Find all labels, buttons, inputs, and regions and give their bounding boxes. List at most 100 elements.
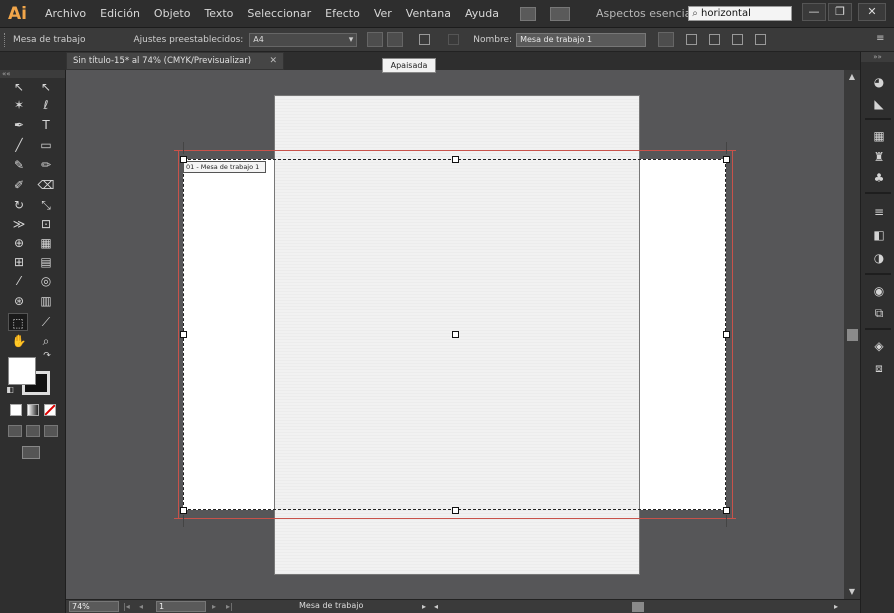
resize-handle-top-right[interactable] bbox=[723, 156, 730, 163]
zoom-tool-icon[interactable]: ⌕ bbox=[36, 332, 56, 350]
portrait-orientation-icon[interactable] bbox=[367, 32, 384, 47]
fill-swatch[interactable] bbox=[8, 357, 36, 385]
resize-handle-bottom-left[interactable] bbox=[180, 507, 187, 514]
draw-inside-icon[interactable] bbox=[44, 425, 58, 437]
vertical-scrollbar[interactable]: ▲ ▼ bbox=[844, 70, 860, 599]
panel-dock-collapse[interactable]: »» bbox=[861, 52, 894, 62]
default-fill-stroke-icon[interactable]: ◧ bbox=[4, 384, 16, 396]
swap-fill-stroke-icon[interactable]: ↷ bbox=[40, 350, 54, 362]
blend-tool-icon[interactable]: ◎ bbox=[36, 272, 56, 290]
show-safe-areas-icon[interactable] bbox=[732, 34, 744, 45]
scroll-right-icon[interactable]: ▸ bbox=[834, 600, 838, 613]
artboard-tool-icon[interactable]: ⬚ bbox=[8, 313, 28, 331]
scroll-up-icon[interactable]: ▲ bbox=[847, 72, 857, 81]
paintbrush-tool-icon[interactable]: ✎ bbox=[9, 156, 29, 174]
next-artboard-icon[interactable]: ▸ bbox=[212, 600, 216, 613]
eraser-tool-icon[interactable]: ⌫ bbox=[36, 176, 56, 194]
tools-panel-collapse[interactable]: «« bbox=[0, 70, 65, 78]
bridge-icon[interactable] bbox=[519, 6, 536, 21]
color-guide-icon[interactable]: ◕ bbox=[870, 74, 888, 90]
width-tool-icon[interactable]: ≫ bbox=[9, 215, 29, 233]
swatches-icon[interactable]: ▦ bbox=[870, 128, 888, 144]
resize-handle-top[interactable] bbox=[452, 156, 459, 163]
zoom-field[interactable]: 74% bbox=[69, 601, 119, 612]
column-graph-tool-icon[interactable]: ▥ bbox=[36, 292, 56, 310]
pencil-tool-icon[interactable]: ✏ bbox=[36, 156, 56, 174]
appearance-icon[interactable]: ◉ bbox=[870, 283, 888, 299]
previous-artboard-icon[interactable]: ◂ bbox=[139, 600, 143, 613]
color-mode-icon[interactable] bbox=[10, 404, 22, 416]
resize-handle-bottom-right[interactable] bbox=[723, 507, 730, 514]
close-tab-icon[interactable]: ✕ bbox=[269, 53, 277, 69]
horizontal-scroll-thumb[interactable] bbox=[632, 602, 644, 612]
minimize-button[interactable]: — bbox=[802, 3, 826, 21]
magic-wand-tool-icon[interactable]: ✶ bbox=[9, 96, 29, 114]
hand-tool-icon[interactable]: ✋ bbox=[9, 332, 29, 350]
landscape-orientation-icon[interactable] bbox=[387, 32, 404, 47]
show-cross-hairs-icon[interactable] bbox=[709, 34, 721, 45]
blob-brush-tool-icon[interactable]: ✐ bbox=[9, 176, 29, 194]
last-artboard-icon[interactable]: ▸| bbox=[226, 600, 233, 613]
eyedropper-tool-icon[interactable]: ⁄ bbox=[9, 272, 29, 290]
gradient-tool-icon[interactable]: ▤ bbox=[36, 253, 56, 271]
lasso-tool-icon[interactable]: ℓ bbox=[36, 96, 56, 114]
restore-button[interactable]: ❐ bbox=[828, 3, 852, 21]
scroll-down-icon[interactable]: ▼ bbox=[847, 587, 857, 596]
artboard-name-field[interactable]: Mesa de trabajo 1 bbox=[516, 32, 647, 47]
rectangle-tool-icon[interactable]: ▭ bbox=[36, 136, 56, 154]
menu-ayuda[interactable]: Ayuda bbox=[458, 0, 506, 28]
selection-tool-icon[interactable]: ↖ bbox=[9, 78, 29, 96]
menu-edicion[interactable]: Edición bbox=[93, 0, 147, 28]
perspective-grid-tool-icon[interactable]: ▦ bbox=[36, 234, 56, 252]
new-artboard-icon[interactable] bbox=[419, 34, 431, 45]
gradient-icon[interactable]: ◧ bbox=[870, 227, 888, 243]
color-icon[interactable]: ◣ bbox=[870, 96, 888, 112]
show-center-mark-icon[interactable] bbox=[686, 34, 698, 45]
rotate-tool-icon[interactable]: ↻ bbox=[9, 196, 29, 214]
transparency-icon[interactable]: ◑ bbox=[870, 250, 888, 266]
resize-handle-left[interactable] bbox=[180, 331, 187, 338]
brushes-icon[interactable]: ♜ bbox=[870, 149, 888, 165]
artboards-icon[interactable]: ⧈ bbox=[870, 360, 888, 376]
close-window-button[interactable]: ✕ bbox=[858, 3, 886, 21]
line-tool-icon[interactable]: ╱ bbox=[9, 136, 29, 154]
shape-builder-tool-icon[interactable]: ⊕ bbox=[9, 234, 29, 252]
gradient-mode-icon[interactable] bbox=[27, 404, 39, 416]
menu-texto[interactable]: Texto bbox=[197, 0, 240, 28]
layers-icon[interactable]: ◈ bbox=[870, 338, 888, 354]
canvas[interactable]: 01 - Mesa de trabajo 1 bbox=[66, 70, 844, 599]
first-artboard-icon[interactable]: |◂ bbox=[123, 600, 130, 613]
resize-handle-top-left[interactable] bbox=[180, 156, 187, 163]
none-mode-icon[interactable] bbox=[44, 404, 56, 416]
arrange-documents-icon[interactable] bbox=[549, 6, 570, 21]
move-with-artboard-icon[interactable] bbox=[658, 32, 675, 47]
panel-menu-icon[interactable]: ≡ bbox=[876, 34, 887, 45]
resize-handle-right[interactable] bbox=[723, 331, 730, 338]
slice-tool-icon[interactable]: ⟋ bbox=[36, 313, 56, 331]
scroll-left-icon[interactable]: ◂ bbox=[434, 600, 438, 613]
status-menu-icon[interactable]: ▸ bbox=[422, 600, 426, 613]
draw-normal-icon[interactable] bbox=[8, 425, 22, 437]
mesh-tool-icon[interactable]: ⊞ bbox=[9, 253, 29, 271]
scale-tool-icon[interactable]: ⤡ bbox=[36, 196, 56, 214]
type-tool-icon[interactable]: T bbox=[36, 116, 56, 134]
menu-seleccionar[interactable]: Seleccionar bbox=[240, 0, 318, 28]
menu-ver[interactable]: Ver bbox=[367, 0, 399, 28]
screen-mode-icon[interactable] bbox=[22, 446, 40, 459]
artboard-options-icon[interactable] bbox=[755, 34, 767, 45]
delete-artboard-icon[interactable] bbox=[448, 34, 460, 45]
menu-efecto[interactable]: Efecto bbox=[318, 0, 367, 28]
search-input[interactable]: ⌕ horizontal bbox=[688, 6, 792, 21]
document-tab[interactable]: Sin título-15* al 74% (CMYK/Previsualiza… bbox=[66, 52, 284, 70]
pen-tool-icon[interactable]: ✒ bbox=[9, 116, 29, 134]
graphic-styles-icon[interactable]: ⧉ bbox=[870, 305, 888, 321]
symbol-sprayer-tool-icon[interactable]: ⊛ bbox=[9, 292, 29, 310]
direct-selection-tool-icon[interactable]: ↖ bbox=[36, 78, 56, 96]
symbols-icon[interactable]: ♣ bbox=[870, 170, 888, 186]
vertical-scroll-thumb[interactable] bbox=[847, 329, 858, 341]
menu-archivo[interactable]: Archivo bbox=[38, 0, 93, 28]
menu-ventana[interactable]: Ventana bbox=[399, 0, 458, 28]
stroke-icon[interactable]: ≡ bbox=[870, 204, 888, 220]
resize-handle-bottom[interactable] bbox=[452, 507, 459, 514]
preset-select[interactable]: A4 bbox=[249, 32, 358, 47]
